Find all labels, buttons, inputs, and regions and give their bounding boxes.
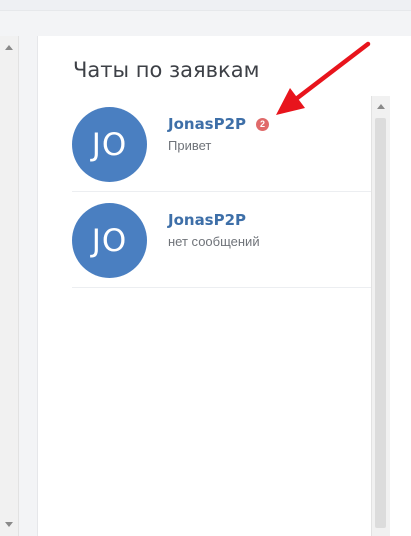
left-scrollbar[interactable] [0,36,19,536]
right-scrollbar[interactable] [371,96,390,536]
chat-item[interactable]: JO JonasP2P нет сообщений [72,192,371,288]
chat-preview: Привет [168,138,212,153]
chat-item[interactable]: JO JonasP2P 2 Привет [72,96,371,192]
chat-name-row: JonasP2P [168,211,246,229]
chat-name-row: JonasP2P 2 [168,115,270,133]
avatar: JO [72,107,147,182]
avatar: JO [72,203,147,278]
chat-preview: нет сообщений [168,234,260,249]
chat-name[interactable]: JonasP2P [168,211,246,229]
chat-list: JO JonasP2P 2 Привет JO JonasP2P нет соо… [72,96,371,288]
top-strip [0,0,411,11]
page: Чаты по заявкам JO JonasP2P 2 Привет JO … [0,0,411,536]
scroll-thumb[interactable] [375,118,386,528]
unread-badge: 2 [256,117,270,131]
scroll-up-icon[interactable] [5,45,13,50]
scroll-up-icon[interactable] [377,104,385,109]
panel-title: Чаты по заявкам [73,58,260,82]
chat-name[interactable]: JonasP2P [168,115,246,133]
scroll-down-icon[interactable] [5,522,13,527]
